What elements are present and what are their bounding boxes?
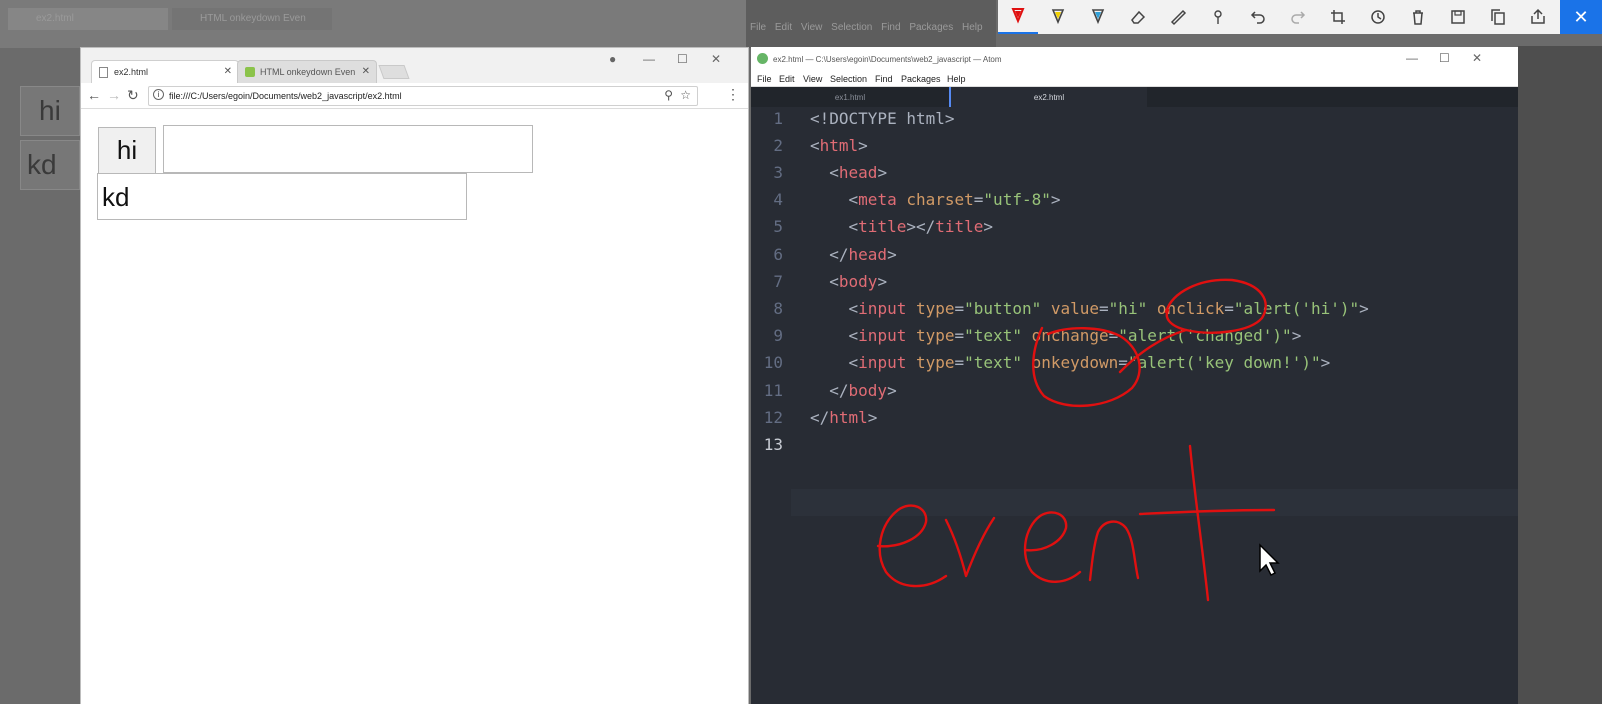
- browser-titlebar: ex2.html ✕ HTML onkeydown Even ✕ ● — ☐ ✕: [81, 48, 748, 83]
- code-line: <!DOCTYPE html>: [810, 109, 955, 128]
- code-line: <meta charset="utf-8">: [848, 190, 1061, 209]
- close-window-icon[interactable]: ✕: [711, 52, 721, 66]
- redo-icon[interactable]: [1278, 0, 1318, 34]
- editor-menubar: File Edit View Selection Find Packages H…: [751, 71, 1518, 87]
- line-number: 10: [763, 353, 783, 372]
- background-kd-field: kd: [20, 140, 80, 190]
- line-number: 3: [773, 163, 783, 182]
- maximize-icon[interactable]: ☐: [1439, 51, 1450, 65]
- background-tab: ex2.html: [8, 8, 168, 30]
- line-number: 9: [773, 326, 783, 345]
- share-icon[interactable]: [1518, 0, 1558, 34]
- code-line: <input type="button" value="hi" onclick=…: [848, 299, 1369, 318]
- history-icon[interactable]: [1358, 0, 1398, 34]
- minimize-icon[interactable]: —: [643, 52, 655, 66]
- delete-icon[interactable]: [1398, 0, 1438, 34]
- copy-icon[interactable]: [1478, 0, 1518, 34]
- page-content: hi kd: [81, 110, 748, 704]
- line-number: 1: [773, 109, 783, 128]
- cursor-line-highlight: [791, 489, 1518, 516]
- code-line: <html>: [810, 136, 868, 155]
- crop-icon[interactable]: [1318, 0, 1358, 34]
- line-number: 2: [773, 136, 783, 155]
- line-number: 11: [763, 381, 783, 400]
- mouse-pointer-icon: [1259, 543, 1280, 577]
- code-line: <input type="text" onchange="alert('chan…: [848, 326, 1302, 345]
- forward-icon[interactable]: →: [107, 87, 121, 103]
- line-number: 5: [773, 217, 783, 236]
- tab-onkeydown[interactable]: HTML onkeydown Even ✕: [237, 60, 377, 83]
- line-number: 7: [773, 272, 783, 291]
- onchange-text-input[interactable]: [163, 125, 533, 173]
- background-right-panel: [1518, 46, 1602, 704]
- pencil-icon[interactable]: [1038, 0, 1078, 34]
- close-window-icon[interactable]: ✕: [1472, 51, 1482, 65]
- line-number-gutter: 1 2 3 4 5 6 7 8 9 10 11 12 13: [751, 107, 791, 704]
- code-line: <head>: [829, 163, 888, 182]
- tab-close-icon[interactable]: ✕: [224, 66, 232, 77]
- line-number: 13: [763, 435, 783, 454]
- tab-ex2[interactable]: ex2.html: [949, 87, 1147, 107]
- browser-toolbar: ← → ↻ i file:///C:/Users/egoin/Documents…: [81, 83, 748, 109]
- tab-ex1[interactable]: ex1.html: [751, 87, 949, 107]
- menu-find[interactable]: Find: [875, 74, 893, 84]
- onkeydown-text-input[interactable]: kd: [97, 173, 467, 220]
- back-icon[interactable]: ←: [87, 87, 101, 103]
- ruler-icon[interactable]: [1158, 0, 1198, 34]
- tab-ex2[interactable]: ex2.html ✕: [91, 60, 239, 83]
- page-icon: [99, 67, 108, 78]
- undo-icon[interactable]: [1238, 0, 1278, 34]
- address-bar[interactable]: i file:///C:/Users/egoin/Documents/web2_…: [148, 86, 698, 106]
- menu-file[interactable]: File: [757, 74, 772, 84]
- menu-icon[interactable]: ⋮: [726, 86, 740, 103]
- background-editor-menu: File Edit View Selection Find Packages H…: [750, 22, 983, 33]
- eraser-icon[interactable]: [1118, 0, 1158, 34]
- editor-title: ex2.html — C:\Users\egoin\Documents\web2…: [773, 55, 1002, 64]
- code-line: </html>: [810, 408, 878, 427]
- reload-icon[interactable]: ↻: [127, 87, 139, 104]
- menu-help[interactable]: Help: [947, 74, 966, 84]
- line-number: 6: [773, 245, 783, 264]
- zoom-icon[interactable]: ⚲: [664, 88, 673, 102]
- background-tab: HTML onkeydown Even: [172, 8, 332, 30]
- save-icon[interactable]: [1438, 0, 1478, 34]
- menu-edit[interactable]: Edit: [779, 74, 795, 84]
- tab-close-icon[interactable]: ✕: [362, 66, 370, 77]
- browser-window: ex2.html ✕ HTML onkeydown Even ✕ ● — ☐ ✕…: [80, 47, 749, 704]
- profile-icon[interactable]: ●: [609, 52, 616, 66]
- line-number: 12: [763, 408, 783, 427]
- highlighter-icon[interactable]: [1078, 0, 1118, 34]
- code-line: </body>: [829, 381, 897, 400]
- close-icon[interactable]: ✕: [1560, 0, 1602, 34]
- info-icon[interactable]: i: [153, 89, 164, 100]
- ink-toolbar: ✕: [998, 0, 1602, 34]
- menu-view[interactable]: View: [803, 74, 822, 84]
- minimize-icon[interactable]: —: [1406, 51, 1418, 65]
- menu-selection[interactable]: Selection: [830, 74, 867, 84]
- tab-title: HTML onkeydown Even: [260, 67, 356, 77]
- tab-title: ex2.html: [114, 67, 149, 77]
- w3schools-icon: [245, 67, 255, 77]
- code-line: <title></title>: [848, 217, 994, 236]
- line-number: 8: [773, 299, 783, 318]
- menu-packages[interactable]: Packages: [901, 74, 941, 84]
- code-line: </head>: [829, 245, 897, 264]
- ballpoint-pen-icon[interactable]: [998, 0, 1038, 34]
- code-editor[interactable]: 1 2 3 4 5 6 7 8 9 10 11 12 13 <!DOCTYPE …: [751, 107, 1518, 704]
- url-text: file:///C:/Users/egoin/Documents/web2_ja…: [169, 91, 402, 101]
- maximize-icon[interactable]: ☐: [677, 52, 688, 66]
- new-tab-button[interactable]: [378, 65, 410, 79]
- editor-titlebar: ex2.html — C:\Users\egoin\Documents\web2…: [751, 47, 1518, 71]
- background-hi-button: hi: [20, 86, 80, 136]
- editor-tab-bar: ex1.html ex2.html: [751, 87, 1518, 107]
- code-line: <input type="text" onkeydown="alert('key…: [848, 353, 1331, 372]
- touch-writing-icon[interactable]: [1198, 0, 1238, 34]
- editor-window: ex2.html — C:\Users\egoin\Documents\web2…: [751, 47, 1518, 704]
- code-line: <body>: [829, 272, 888, 291]
- bookmark-star-icon[interactable]: ☆: [680, 88, 691, 102]
- atom-logo-icon: [757, 53, 768, 64]
- hi-button[interactable]: hi: [98, 127, 156, 174]
- line-number: 4: [773, 190, 783, 209]
